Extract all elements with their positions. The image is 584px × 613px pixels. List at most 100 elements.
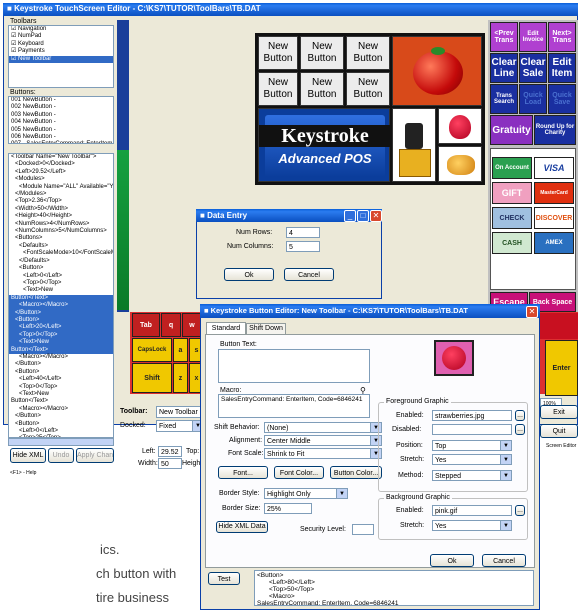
on-account-button[interactable]: On Account <box>492 157 532 179</box>
xml-tree-line[interactable]: <Top>2.36</Top> <box>9 198 113 205</box>
xml-tree-line[interactable]: <Left>40</Left> <box>9 376 113 383</box>
xml-tree[interactable]: <Toolbar Name="New Toolbar"> <Docked>0</D… <box>8 153 114 438</box>
test-button[interactable]: Test <box>208 572 240 585</box>
toolbar-list-item[interactable]: ☑ Payments <box>9 48 113 55</box>
undo-button[interactable]: Undo <box>48 448 74 463</box>
num-rows-field[interactable]: 4 <box>286 227 320 238</box>
num-columns-field[interactable]: 5 <box>286 241 320 252</box>
fg-disabled-browse-button[interactable]: ... <box>515 424 525 435</box>
xml-tree-line[interactable]: <FontScaleMode>10</FontScaleMo <box>9 250 113 257</box>
xml-tree-line[interactable]: <Macro></Macro> <box>9 302 113 310</box>
xml-tree-line[interactable]: <Top>0</Top> <box>9 384 113 391</box>
font-scale-select[interactable]: Shrink to Fit ▼ <box>264 448 382 459</box>
caps-lock-key[interactable]: CapsLock <box>132 338 172 362</box>
xml-tree-line[interactable]: </Button> <box>9 361 113 368</box>
fg-disabled-field[interactable] <box>432 424 512 435</box>
xml-tree-line[interactable]: <Width>50</Width> <box>9 206 113 213</box>
button-list-item[interactable]: 005 NewButton - <box>9 127 113 134</box>
button-list-item[interactable]: 003 NewButton - <box>9 112 113 119</box>
checkbox-checked-icon[interactable]: ☑ <box>11 41 18 47</box>
xml-tree-line[interactable]: <Text>New <box>9 391 113 398</box>
shift-behavior-select[interactable]: (None) ▼ <box>264 422 382 433</box>
xml-tree-line[interactable]: <Left>20</Left> <box>9 324 113 332</box>
xml-tree-line[interactable]: </Modules> <box>9 191 113 198</box>
button-editor-title-bar[interactable]: ■ Keystroke Button Editor: New Toolbar -… <box>200 304 540 318</box>
font-color-button[interactable]: Font Color... <box>274 466 324 479</box>
xml-tree-line[interactable]: <Left>0</Left> <box>9 428 113 435</box>
product-button-pastry[interactable] <box>438 146 482 182</box>
method-select[interactable]: Stepped ▼ <box>432 470 512 481</box>
edit-item-button[interactable]: Edit Item <box>548 53 576 83</box>
toolbar-list-item[interactable]: ☑ New Toolbar <box>9 55 113 64</box>
grid-button-1[interactable]: New Button <box>258 36 298 70</box>
a-key[interactable]: a <box>173 338 188 362</box>
button-list-item[interactable]: 007 - SalesEntryCommand: EnterItem, <box>9 141 113 143</box>
bg-enabled-browse-button[interactable]: ... <box>515 505 525 516</box>
xml-tree-line[interactable]: <Toolbar Name="New Toolbar"> <box>9 154 113 161</box>
round-up-button[interactable]: Round Up for Charity <box>534 115 576 145</box>
keystroke-logo-button[interactable]: Keystroke Advanced POS <box>258 108 391 182</box>
xml-tree-line[interactable]: <Text>New <box>9 339 113 347</box>
enter-key[interactable]: Enter <box>545 340 578 396</box>
xml-tree-line[interactable]: <Module Name="ALL" Available="Yes <box>9 184 113 191</box>
editor-ok-button[interactable]: Ok <box>430 554 474 567</box>
next-trans-button[interactable]: Next> Trans <box>548 22 576 52</box>
toolbars-list[interactable]: ☑ Navigation ☑ NumPad ☑ Keyboard ☑ Payments… <box>8 25 114 88</box>
clear-line-button[interactable]: Clear Line <box>490 53 518 83</box>
xml-tree-line[interactable]: <Height>40</Height> <box>9 213 113 220</box>
quick-save-button[interactable]: Quick Save <box>548 84 576 114</box>
close-button[interactable]: ✕ <box>370 210 382 222</box>
cash-button[interactable]: CASH <box>492 232 532 254</box>
amex-button[interactable]: AMEX <box>534 232 574 254</box>
shift-key[interactable]: Shift <box>132 363 172 393</box>
xml-tree-line[interactable]: </Button> <box>9 309 113 317</box>
xml-tree-line[interactable]: <Buttons> <box>9 235 113 242</box>
xml-tree-line[interactable]: </Button> <box>9 413 113 420</box>
w-key[interactable]: w <box>182 313 202 337</box>
border-style-select[interactable]: Highlight Only ▼ <box>264 488 348 499</box>
xml-tree-line[interactable]: <Button> <box>9 421 113 428</box>
xml-tree-line[interactable]: <Button> <box>9 369 113 376</box>
tab-standard[interactable]: Standard <box>206 322 246 334</box>
gratuity-button[interactable]: Gratuity <box>490 115 533 145</box>
font-button[interactable]: Font... <box>218 466 268 479</box>
xml-tree-line[interactable]: <Modules> <box>9 176 113 183</box>
hide-xml-button[interactable]: Hide XML <box>10 448 46 463</box>
cancel-button[interactable]: Cancel <box>284 268 334 281</box>
macro-area[interactable]: SalesEntryCommand: EnterItem, Code=68462… <box>218 394 370 418</box>
toolbar-name-field[interactable]: New Toolbar <box>156 406 204 418</box>
visa-button[interactable]: VISA <box>534 157 574 179</box>
mastercard-button[interactable]: MasterCard <box>534 182 574 204</box>
xml-tree-line[interactable]: <Top>0</Top> <box>9 280 113 287</box>
maximize-button[interactable]: □ <box>357 210 369 222</box>
xml-tree-line[interactable]: <Docked>0</Docked> <box>9 161 113 168</box>
width-field[interactable]: 50 <box>158 458 182 469</box>
discover-button[interactable]: DISCOVER <box>534 207 574 229</box>
grid-button-4[interactable]: New Button <box>258 72 298 106</box>
stretch-select[interactable]: Yes ▼ <box>432 454 512 465</box>
xml-tree-line[interactable]: <Text>New <box>9 287 113 294</box>
grid-button-2[interactable]: New Button <box>300 36 344 70</box>
xml-tree-line[interactable]: <Button> <box>9 316 113 325</box>
xml-tree-line[interactable]: </Defaults> <box>9 258 113 265</box>
xml-tree-line[interactable]: <Top>0</Top> <box>9 331 113 340</box>
hide-xml-data-button[interactable]: Hide XML Data <box>216 521 268 533</box>
editor-close-button[interactable]: ✕ <box>526 306 538 318</box>
buttons-list[interactable]: 001 NewButton -002 NewButton -003 NewBut… <box>8 96 114 144</box>
fg-enabled-field[interactable]: strawberries.jpg <box>432 410 512 421</box>
position-select[interactable]: Top ▼ <box>432 440 512 451</box>
apply-changes-button[interactable]: Apply Changes <box>76 448 114 463</box>
minimize-button[interactable]: _ <box>344 210 356 222</box>
xml-tree-line[interactable]: Button</Text> <box>9 398 113 405</box>
grid-button-5[interactable]: New Button <box>300 72 344 106</box>
fg-enabled-browse-button[interactable]: ... <box>515 410 525 421</box>
toolbar-list-item[interactable]: ☑ NumPad <box>9 33 113 40</box>
tomato-image-button[interactable] <box>392 36 482 106</box>
xml-hscrollbar[interactable] <box>8 438 114 446</box>
checkbox-checked-icon[interactable]: ☑ <box>11 56 18 62</box>
xml-tree-line[interactable]: <Button> <box>9 265 113 272</box>
button-text-area[interactable] <box>218 349 370 383</box>
grid-button-6[interactable]: New Button <box>346 72 390 106</box>
xml-tree-line[interactable]: <Macro></Macro> <box>9 354 113 361</box>
security-level-field[interactable] <box>352 524 374 535</box>
